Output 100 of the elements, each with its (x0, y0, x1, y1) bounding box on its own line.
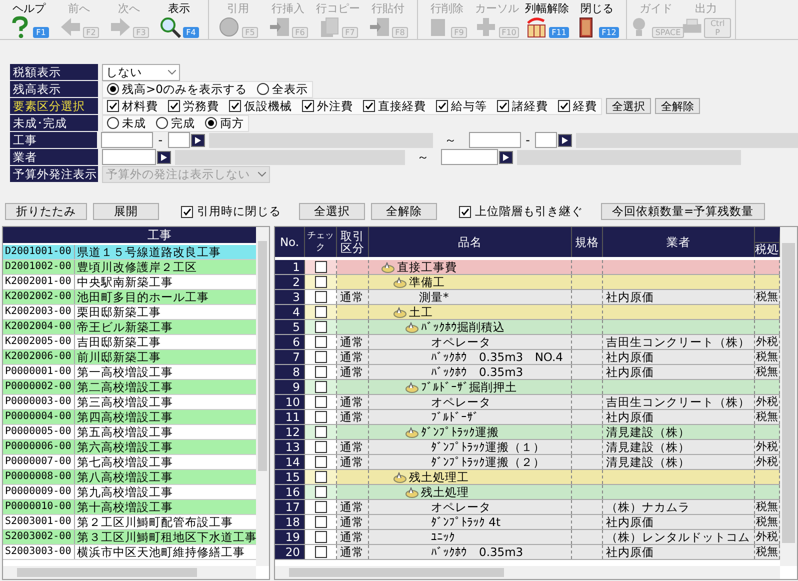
checkbox[interactable] (168, 100, 180, 112)
checkbox[interactable] (459, 206, 471, 218)
checkbox[interactable] (314, 261, 326, 273)
table-cell: 社内原価 (603, 290, 755, 304)
vertical-scrollbar[interactable] (780, 227, 797, 566)
checkbox[interactable] (107, 100, 119, 112)
small-button[interactable]: 全選択 (606, 98, 651, 114)
radio-button[interactable] (156, 117, 168, 129)
input-field[interactable] (468, 132, 521, 148)
grid-arrow-icon (524, 16, 547, 38)
table-row[interactable]: 6 通常 オペレータ 吉田生コンクリート（株） 外税 (275, 335, 780, 350)
checkbox[interactable] (302, 100, 314, 112)
horizontal-scrollbar[interactable] (3, 566, 256, 579)
job-row[interactable]: P0000010-00 第十高校増設工事 (3, 500, 256, 515)
input-field[interactable] (101, 132, 154, 148)
input-field[interactable] (534, 132, 557, 148)
radio-button[interactable] (205, 117, 217, 129)
action-button[interactable]: 全解除 (371, 203, 437, 220)
vertical-scrollbar[interactable] (256, 227, 269, 566)
table-row[interactable]: 11 通常 ﾌﾞﾙﾄﾞｰｻﾞ 社内原価 税無 (275, 410, 780, 425)
job-row[interactable]: S2003003-00 横浜市中区天池町維持修繕工事 (3, 545, 256, 560)
radio-button[interactable] (107, 117, 119, 129)
table-row[interactable]: 5 ﾊﾞｯｸﾎｳ掘削積込 (275, 320, 780, 335)
input-field[interactable] (441, 149, 498, 165)
table-row[interactable]: 14 通常 ﾀﾞﾝﾌﾟﾄﾗｯｸ運搬（２） 清見建設（株） 外税 (275, 455, 780, 470)
toolbar-button[interactable]: ヘルプ F1 (4, 0, 54, 39)
table-row[interactable]: 13 通常 ﾀﾞﾝﾌﾟﾄﾗｯｸ運搬（１） 清見建設（株） 外税 (275, 440, 780, 455)
checkbox[interactable] (314, 336, 326, 348)
job-row[interactable]: D2001002-00 豊頃川改修護岸２工区 (3, 260, 256, 275)
table-row[interactable]: 16 残土処理 (275, 485, 780, 500)
checkbox[interactable] (229, 100, 241, 112)
checkbox[interactable] (314, 456, 326, 468)
job-row[interactable]: P0000008-00 第八高校増設工事 (3, 470, 256, 485)
checkbox[interactable] (314, 366, 326, 378)
table-row[interactable]: 15 残土処理工 (275, 470, 780, 485)
small-button[interactable]: 全解除 (655, 98, 700, 114)
job-row[interactable]: D2001001-00 県道１５号線道路改良工事 (3, 245, 256, 260)
table-row[interactable]: 12 ﾀﾞﾝﾌﾟﾄﾗｯｸ運搬 清見建設（株） (275, 425, 780, 440)
checkbox[interactable] (558, 100, 570, 112)
job-row[interactable]: P0000002-00 第二高校増設工事 (3, 380, 256, 395)
job-row[interactable]: P0000006-00 第六高校増設工事 (3, 440, 256, 455)
toolbar-button[interactable]: 閉じる F12 (572, 0, 622, 39)
input-field[interactable] (168, 132, 190, 148)
table-row[interactable]: 7 通常 ﾊﾞｯｸﾎｳ 0.35m3 NO.4 社内原価 税無 (275, 350, 780, 365)
table-row[interactable]: 8 通常 ﾊﾞｯｸﾎｳ 0.35m3 社内原価 税無 (275, 365, 780, 380)
checkbox[interactable] (314, 351, 326, 363)
checkbox[interactable] (314, 306, 326, 318)
job-code: P0000010-00 (3, 500, 75, 514)
lookup-button[interactable] (157, 150, 171, 164)
radio-button[interactable] (107, 83, 119, 95)
table-row[interactable]: 20 通常 ﾊﾞｯｸﾎｳ 0.35m3 社内原価 税無 (275, 545, 780, 560)
table-row[interactable]: 17 通常 オペレータ （株）ナカムラ 税無 (275, 500, 780, 515)
table-cell: 通常 (337, 545, 369, 559)
table-row[interactable]: 2 準備工 (275, 275, 780, 290)
table-row[interactable]: 1 直接工事費 (275, 260, 780, 275)
checkbox[interactable] (314, 501, 326, 513)
checkbox[interactable] (314, 486, 326, 498)
radio-button[interactable] (256, 83, 269, 95)
table-row[interactable]: 10 通常 オペレータ 吉田生コンクリート（株） 外税 (275, 395, 780, 410)
filter-label: 予算外発注表示 (10, 166, 98, 182)
checkbox[interactable] (314, 441, 326, 453)
checkbox[interactable] (314, 516, 326, 528)
checkbox[interactable] (181, 206, 193, 218)
action-button[interactable]: 全選択 (299, 203, 365, 220)
checkbox[interactable] (314, 426, 326, 438)
table-row[interactable]: 18 通常 ﾀﾞﾝﾌﾟﾄﾗｯｸ 4t 社内原価 税無 (275, 515, 780, 530)
action-button[interactable]: 折りたたみ (5, 203, 87, 220)
lookup-button[interactable] (190, 134, 205, 146)
action-button[interactable]: 展開 (93, 203, 159, 220)
checkbox[interactable] (314, 546, 326, 558)
action-button[interactable]: 今回依頼数量=予算残数量 (601, 203, 765, 220)
checkbox[interactable] (314, 411, 326, 423)
checkbox[interactable] (314, 321, 326, 333)
toolbar-button[interactable]: 列幅解除 F11 (522, 0, 572, 39)
checkbox[interactable] (314, 396, 326, 408)
lookup-button[interactable] (558, 134, 572, 146)
checkbox[interactable] (314, 531, 326, 543)
table-cell: 社内原価 (603, 365, 755, 379)
job-row[interactable]: K2002006-00 前川邸新築工事 (3, 350, 256, 365)
checkbox[interactable] (363, 100, 375, 112)
job-row[interactable]: K2002002-00 池田町多目的ホール工事 (3, 290, 256, 305)
toolbar-button[interactable]: 表示 F4 (154, 0, 204, 39)
table-row[interactable]: 3 通常 測量* 社内原価 税無 (275, 290, 780, 305)
checkbox[interactable] (314, 471, 326, 483)
job-row[interactable]: K2002004-00 帝王ビル新築工事 (3, 320, 256, 335)
checkbox[interactable] (314, 381, 326, 393)
checkbox[interactable] (314, 291, 326, 303)
input-field[interactable] (102, 149, 156, 165)
horizontal-scrollbar[interactable] (275, 566, 780, 579)
item-name: 測量* (419, 290, 449, 304)
table-row[interactable]: 9 ﾌﾞﾙﾄﾞｰｻﾞ掘削押土 (275, 380, 780, 395)
checkbox[interactable] (497, 100, 509, 112)
table-row[interactable]: 19 通常 ﾕﾆｯｸ （株）レンタルドットコム 外税 (275, 530, 780, 545)
job-code: K2002002-00 (3, 290, 75, 304)
job-row[interactable]: P0000004-00 第四高校増設工事 (3, 410, 256, 425)
lookup-button[interactable] (499, 150, 513, 164)
table-row[interactable]: 4 土工 (275, 305, 780, 320)
dropdown[interactable]: しない (102, 64, 180, 80)
checkbox[interactable] (314, 276, 326, 288)
checkbox[interactable] (436, 100, 448, 112)
